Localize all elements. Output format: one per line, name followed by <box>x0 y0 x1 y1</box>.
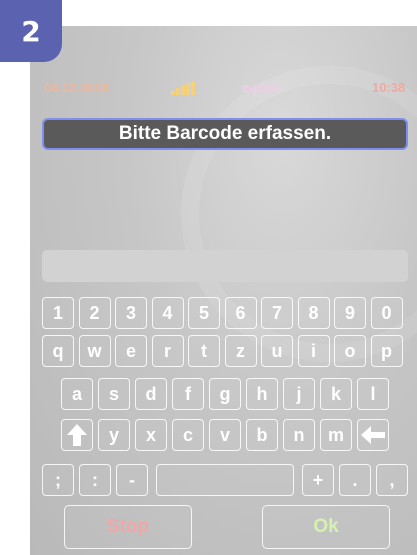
key-2[interactable]: 2 <box>78 297 111 329</box>
key-space[interactable] <box>156 464 294 496</box>
key-e[interactable]: e <box>115 335 147 367</box>
key-p[interactable]: p <box>370 335 403 367</box>
key-z[interactable]: z <box>224 335 257 367</box>
step-badge: 2 <box>0 0 62 62</box>
key-dot[interactable]: . <box>339 464 371 496</box>
keyboard-row-yxcv: y x c v b n m <box>42 419 412 451</box>
key-m[interactable]: m <box>320 419 352 451</box>
key-6[interactable]: 6 <box>224 297 257 329</box>
key-c[interactable]: c <box>172 419 204 451</box>
status-date: 04.12.2018 <box>44 80 110 95</box>
key-t[interactable]: t <box>188 335 220 367</box>
key-g[interactable]: g <box>209 378 241 410</box>
key-4[interactable]: 4 <box>151 297 184 329</box>
key-b[interactable]: b <box>246 419 278 451</box>
key-colon[interactable]: : <box>79 464 111 496</box>
keyboard-row-qwertz: q w e r t z u i o p <box>42 335 412 367</box>
shift-up-arrow-icon <box>67 424 87 446</box>
key-o[interactable]: o <box>334 335 366 367</box>
key-shift[interactable] <box>61 419 93 451</box>
key-9[interactable]: 9 <box>334 297 366 329</box>
barcode-input[interactable] <box>42 250 408 282</box>
backspace-left-arrow-icon <box>361 426 385 444</box>
key-backspace[interactable] <box>357 419 389 451</box>
key-semicolon[interactable]: ; <box>42 464 74 496</box>
status-carrier: e-plus <box>242 80 281 95</box>
key-7[interactable]: 7 <box>261 297 293 329</box>
key-x[interactable]: x <box>135 419 167 451</box>
key-comma[interactable]: , <box>376 464 408 496</box>
key-r[interactable]: r <box>151 335 184 367</box>
key-5[interactable]: 5 <box>188 297 220 329</box>
key-l[interactable]: l <box>357 378 389 410</box>
key-h[interactable]: h <box>246 378 278 410</box>
key-plus[interactable]: + <box>302 464 334 496</box>
status-time: 10:38 <box>372 80 406 95</box>
key-j[interactable]: j <box>283 378 315 410</box>
keyboard-row-digits: 1 2 3 4 5 6 7 8 9 0 <box>42 297 412 329</box>
key-s[interactable]: s <box>98 378 130 410</box>
key-q[interactable]: q <box>42 335 74 367</box>
stop-button[interactable]: Stop <box>64 505 192 549</box>
key-y[interactable]: y <box>98 419 130 451</box>
key-d[interactable]: d <box>135 378 167 410</box>
keyboard-row-punctuation: ; : - + . , <box>42 464 412 496</box>
key-w[interactable]: w <box>78 335 111 367</box>
key-0[interactable]: 0 <box>370 297 403 329</box>
key-k[interactable]: k <box>320 378 352 410</box>
key-u[interactable]: u <box>261 335 293 367</box>
key-a[interactable]: a <box>61 378 93 410</box>
key-v[interactable]: v <box>209 419 241 451</box>
key-i[interactable]: i <box>297 335 330 367</box>
key-8[interactable]: 8 <box>297 297 330 329</box>
keyboard-row-asdf: a s d f g h j k l <box>42 378 412 410</box>
key-3[interactable]: 3 <box>115 297 147 329</box>
key-n[interactable]: n <box>283 419 315 451</box>
key-1[interactable]: 1 <box>42 297 74 329</box>
prompt-message: Bitte Barcode erfassen. <box>42 118 408 150</box>
key-f[interactable]: f <box>172 378 204 410</box>
signal-strength-icon <box>171 81 195 95</box>
ok-button[interactable]: Ok <box>262 505 390 549</box>
status-bar: 04.12.2018 e-plus 10:38 <box>0 78 417 98</box>
key-minus[interactable]: - <box>116 464 148 496</box>
step-number: 2 <box>21 14 41 48</box>
